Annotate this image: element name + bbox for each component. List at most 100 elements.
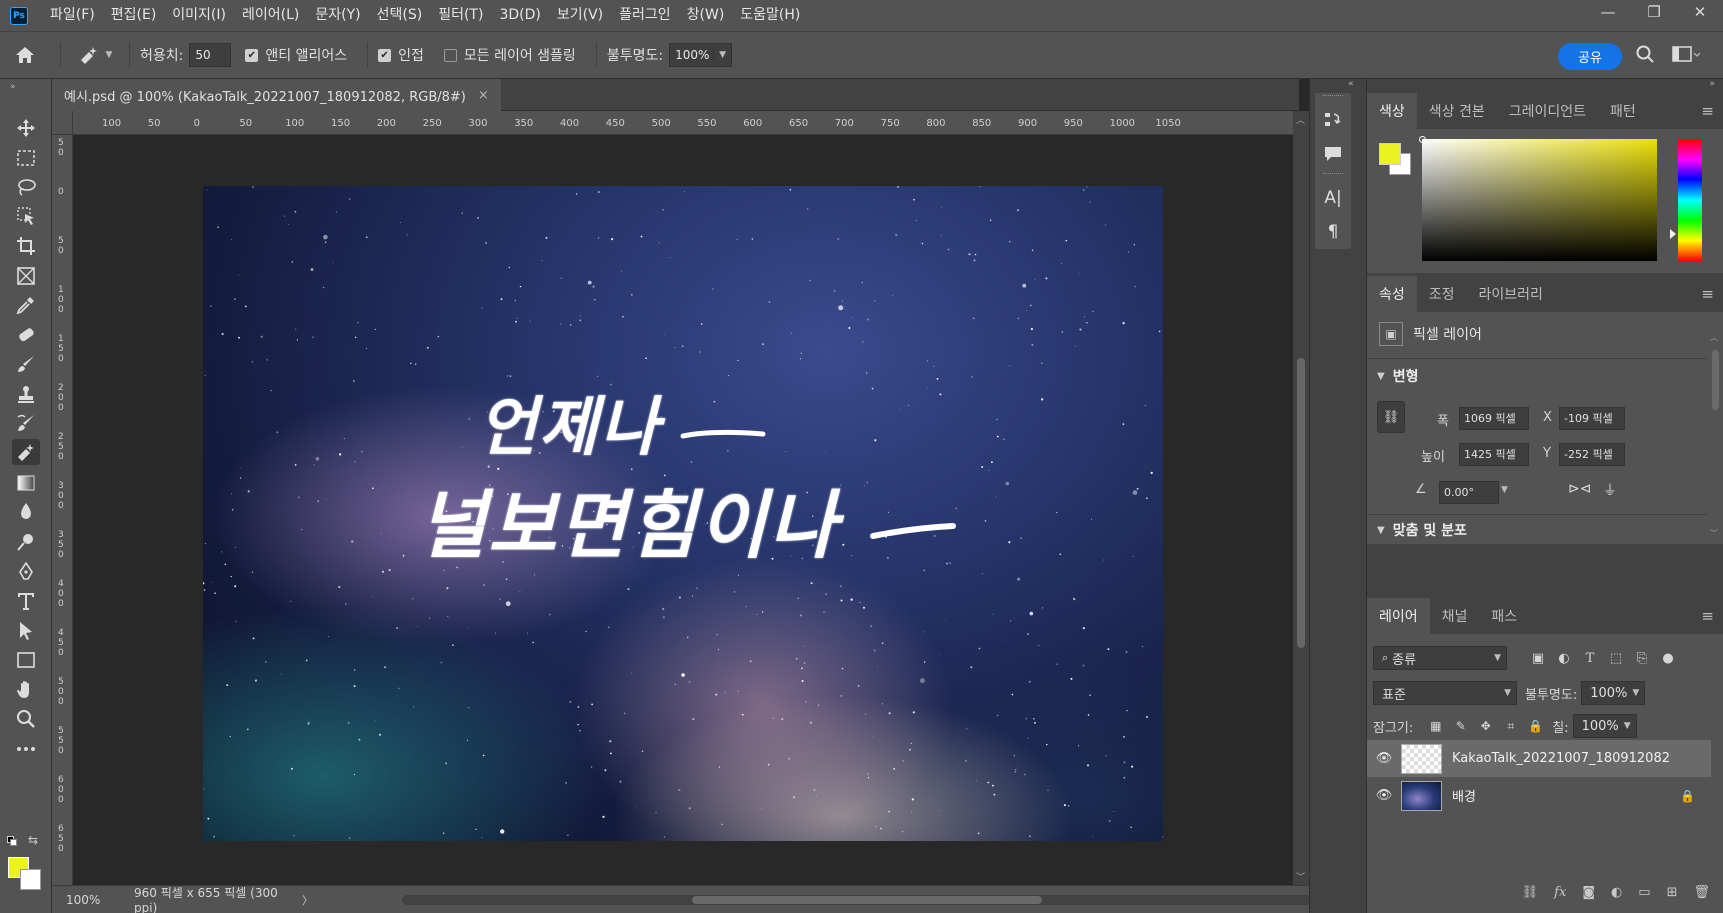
move-tool[interactable] bbox=[12, 115, 40, 141]
paragraph-panel-button[interactable]: ¶ bbox=[1315, 215, 1351, 249]
vertical-ruler[interactable]: 5 0 0 5 0 1 0 0 1 5 0 2 0 0 2 5 0 3 0 0 3 5 0 4 0… bbox=[52, 135, 73, 885]
menu-3d[interactable]: 3D(D) bbox=[491, 0, 548, 31]
healing-brush-tool[interactable] bbox=[12, 322, 40, 348]
layer-row[interactable]: 👁 배경 🔒 bbox=[1367, 777, 1711, 814]
canvas-vertical-scrollbar[interactable]: ︿ ﹀ bbox=[1293, 111, 1309, 885]
color-panel-foreground-swatch[interactable] bbox=[1379, 143, 1401, 165]
rectangle-tool[interactable] bbox=[12, 647, 40, 673]
menu-type[interactable]: 문자(Y) bbox=[307, 0, 368, 31]
menu-window[interactable]: 창(W) bbox=[679, 0, 733, 31]
zoom-tool[interactable] bbox=[12, 706, 40, 732]
layer-style-fx-icon[interactable]: fx bbox=[1554, 885, 1566, 900]
width-input[interactable]: 1069 픽셀 bbox=[1459, 407, 1529, 430]
scroll-down-icon[interactable]: ﹀ bbox=[1296, 870, 1305, 883]
filter-pixel-layers-button[interactable]: ▣ bbox=[1525, 646, 1551, 670]
menu-image[interactable]: 이미지(I) bbox=[164, 0, 234, 31]
background-color-swatch[interactable] bbox=[20, 869, 41, 890]
trash-icon[interactable]: 🗑 bbox=[1693, 885, 1710, 900]
tolerance-input[interactable]: 50 bbox=[189, 43, 232, 67]
tab-channels[interactable]: 채널 bbox=[1430, 598, 1480, 634]
close-button[interactable]: ✕ bbox=[1677, 0, 1723, 24]
collapse-arrow-icon[interactable]: » bbox=[1709, 79, 1715, 89]
tab-swatches[interactable]: 색상 견본 bbox=[1417, 93, 1497, 129]
flip-horizontal-icon[interactable]: ⊳⊲ bbox=[1568, 481, 1591, 497]
color-picker-handle[interactable] bbox=[1419, 136, 1426, 143]
angle-input[interactable]: 0.00° bbox=[1439, 481, 1499, 504]
opacity-select[interactable]: 100% ▼ bbox=[669, 43, 732, 67]
eyedropper-tool[interactable] bbox=[12, 292, 40, 318]
menu-layer[interactable]: 레이어(L) bbox=[234, 0, 307, 31]
scrollbar-thumb[interactable] bbox=[692, 896, 1042, 904]
tab-gradients[interactable]: 그레이디언트 bbox=[1497, 93, 1598, 129]
menu-select[interactable]: 선택(S) bbox=[369, 0, 431, 31]
scrollbar-thumb[interactable] bbox=[1712, 350, 1719, 410]
zoom-level[interactable]: 100% bbox=[52, 893, 112, 907]
eye-icon[interactable]: 👁 bbox=[1367, 788, 1401, 803]
hue-slider-arrow[interactable] bbox=[1670, 229, 1676, 239]
gradient-tool[interactable] bbox=[12, 470, 40, 496]
tab-color[interactable]: 색상 bbox=[1367, 93, 1417, 129]
filter-smart-objects-button[interactable]: ⎘ bbox=[1629, 646, 1655, 670]
layer-opacity-input[interactable]: 100% ▼ bbox=[1581, 681, 1646, 705]
link-dimensions-button[interactable]: ⛓ bbox=[1377, 401, 1405, 433]
color-field[interactable] bbox=[1419, 136, 1657, 261]
tab-patterns[interactable]: 패턴 bbox=[1598, 93, 1648, 129]
collapse-arrow-icon[interactable]: « bbox=[1348, 79, 1354, 89]
history-panel-button[interactable] bbox=[1315, 103, 1351, 137]
lock-artboard-button[interactable]: ⌗ bbox=[1498, 714, 1523, 738]
marquee-tool[interactable] bbox=[12, 145, 40, 171]
swap-colors-icon[interactable]: ⇆ bbox=[28, 833, 38, 847]
tab-paths[interactable]: 패스 bbox=[1479, 598, 1529, 634]
menu-help[interactable]: 도움말(H) bbox=[732, 0, 808, 31]
crop-tool[interactable] bbox=[12, 233, 40, 259]
path-selection-tool[interactable] bbox=[12, 618, 40, 644]
sample-all-layers-checkbox[interactable]: 모든 레이어 샘플링 bbox=[443, 45, 576, 65]
align-section-header[interactable]: ▼ 맞춤 및 분포 bbox=[1377, 520, 1467, 540]
tab-layers[interactable]: 레이어 bbox=[1367, 598, 1430, 634]
search-button[interactable] bbox=[1636, 45, 1654, 68]
scroll-up-icon[interactable]: ︿ bbox=[1710, 332, 1718, 343]
type-tool[interactable] bbox=[12, 588, 40, 614]
tab-properties[interactable]: 속성 bbox=[1367, 276, 1417, 312]
lock-transparent-button[interactable]: ▦ bbox=[1423, 714, 1448, 738]
menu-file[interactable]: 파일(F) bbox=[42, 0, 103, 31]
menu-plugins[interactable]: 플러그인 bbox=[611, 0, 679, 31]
scroll-down-icon[interactable]: ﹀ bbox=[1710, 528, 1718, 539]
close-icon[interactable]: × bbox=[478, 88, 489, 103]
canvas-horizontal-scrollbar[interactable] bbox=[402, 895, 1322, 905]
more-tools[interactable] bbox=[12, 736, 40, 762]
link-layers-icon[interactable]: ⛓ bbox=[1522, 885, 1539, 900]
home-button[interactable] bbox=[0, 32, 50, 78]
pen-tool[interactable] bbox=[12, 559, 40, 585]
hand-tool[interactable] bbox=[12, 677, 40, 703]
filter-shape-layers-button[interactable]: ⬚ bbox=[1603, 646, 1629, 670]
character-panel-button[interactable]: A| bbox=[1315, 181, 1351, 215]
brush-tool[interactable] bbox=[12, 351, 40, 377]
panel-grip[interactable] bbox=[1323, 95, 1343, 101]
document-tab[interactable]: 예시.psd @ 100% (KakaoTalk_20221007_180912… bbox=[52, 79, 501, 111]
fill-input[interactable]: 100% ▼ bbox=[1572, 714, 1637, 738]
add-mask-icon[interactable]: ◙ bbox=[1582, 885, 1595, 900]
antialias-checkbox[interactable]: ✔ 앤티 앨리어스 bbox=[245, 45, 347, 65]
minimize-button[interactable]: — bbox=[1585, 0, 1631, 24]
hue-slider[interactable] bbox=[1678, 139, 1702, 261]
status-menu-arrow[interactable]: 〉 bbox=[302, 892, 313, 908]
maximize-button[interactable]: ❐ bbox=[1631, 0, 1677, 24]
chevron-down-icon[interactable]: ▼ bbox=[1501, 485, 1508, 495]
height-input[interactable]: 1425 픽셀 bbox=[1459, 443, 1529, 466]
new-group-icon[interactable]: ▭ bbox=[1638, 885, 1650, 900]
menu-view[interactable]: 보기(V) bbox=[549, 0, 611, 31]
lock-position-button[interactable]: ✥ bbox=[1473, 714, 1498, 738]
transform-section-header[interactable]: ▼ 변형 bbox=[1377, 366, 1418, 386]
eye-icon[interactable]: 👁 bbox=[1367, 751, 1401, 766]
workspace-button[interactable] bbox=[1672, 45, 1701, 68]
adjustment-layer-icon[interactable]: ◐ bbox=[1611, 885, 1622, 900]
horizontal-ruler[interactable]: 100 50 0 50 100 150 200 250 300 350 400 450 500 550 60… bbox=[73, 111, 1293, 135]
lock-all-button[interactable]: 🔒 bbox=[1523, 714, 1548, 738]
tab-libraries[interactable]: 라이브러리 bbox=[1467, 276, 1555, 312]
dodge-tool[interactable] bbox=[12, 529, 40, 555]
layer-filter-toggle[interactable]: ● bbox=[1655, 646, 1681, 670]
collapse-arrow-icon[interactable]: » bbox=[10, 82, 16, 92]
artwork-image[interactable]: 언제나 널보면힘이나 bbox=[203, 186, 1163, 841]
tab-adjustments[interactable]: 조정 bbox=[1417, 276, 1467, 312]
